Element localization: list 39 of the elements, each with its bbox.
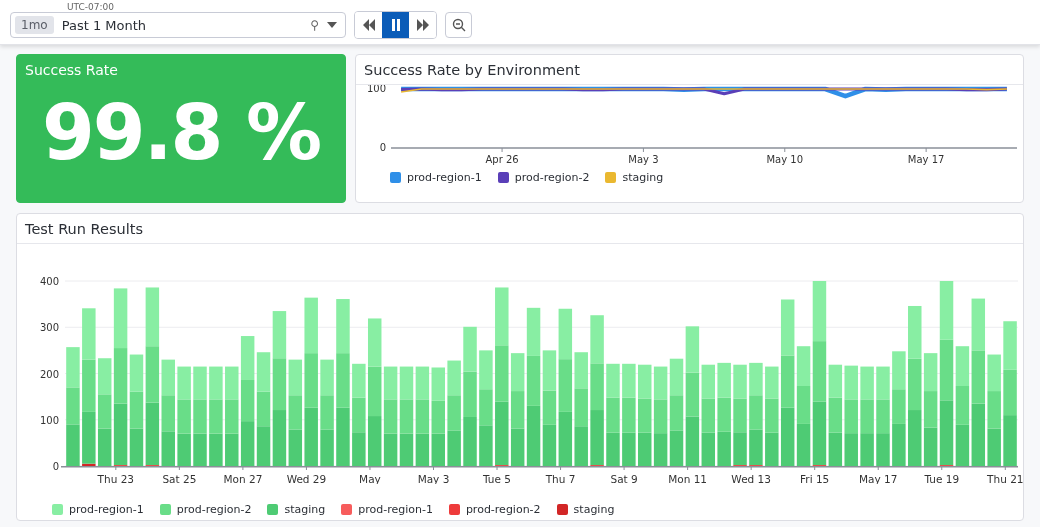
axis-label: Wed 29 <box>286 473 327 484</box>
axis-label: Fri 15 <box>800 473 830 484</box>
axis-label: 0 <box>379 142 386 153</box>
card-title: Success Rate <box>24 61 119 80</box>
axis-label: Apr 26 <box>485 154 519 165</box>
legend-label: prod-region-1 <box>407 171 482 184</box>
legend-label: prod-region-1 <box>358 503 433 516</box>
axis-label: 300 <box>39 322 59 334</box>
card-title: Test Run Results <box>17 214 1023 244</box>
axis-label: Mon 27 <box>223 473 263 484</box>
axis-label: Thu 21 <box>987 473 1024 484</box>
axis-label: Sat 25 <box>162 473 197 484</box>
range-chip: 1mo <box>15 16 54 34</box>
axis-label: Wed 13 <box>731 473 771 484</box>
axis-label: Thu 7 <box>545 473 576 484</box>
axis-label: Tue 19 <box>924 473 960 484</box>
legend-label: prod-region-2 <box>176 503 252 516</box>
axis-label: Tue 5 <box>483 473 511 484</box>
axis-label: 100 <box>366 85 386 94</box>
axis-label: May 17 <box>907 154 945 165</box>
axis-label: 400 <box>39 276 59 287</box>
axis-label: May 3 <box>628 154 659 165</box>
axis-label: Mon 11 <box>668 473 708 484</box>
axis-label: Sat 9 <box>610 473 638 484</box>
legend-label: prod-region-2 <box>465 503 541 516</box>
timezone-label: UTC-07:00 <box>66 2 116 12</box>
axis-label: 0 <box>52 461 59 472</box>
legend-label: staging <box>573 503 615 516</box>
axis-label: May 10 <box>766 154 804 165</box>
axis-label: Thu 23 <box>97 473 135 484</box>
legend-label: prod-region-2 <box>514 171 590 184</box>
range-value: Past 1 Month <box>61 17 148 33</box>
legend-label: staging <box>284 503 326 516</box>
legend-label: prod-region-1 <box>69 503 144 516</box>
legend-label: staging <box>622 171 664 184</box>
axis-label: 200 <box>39 368 59 380</box>
axis-label: 100 <box>39 414 59 426</box>
card-title: Success Rate by Environment <box>356 55 1023 85</box>
success-rate-value: 99.8 % <box>40 95 322 171</box>
